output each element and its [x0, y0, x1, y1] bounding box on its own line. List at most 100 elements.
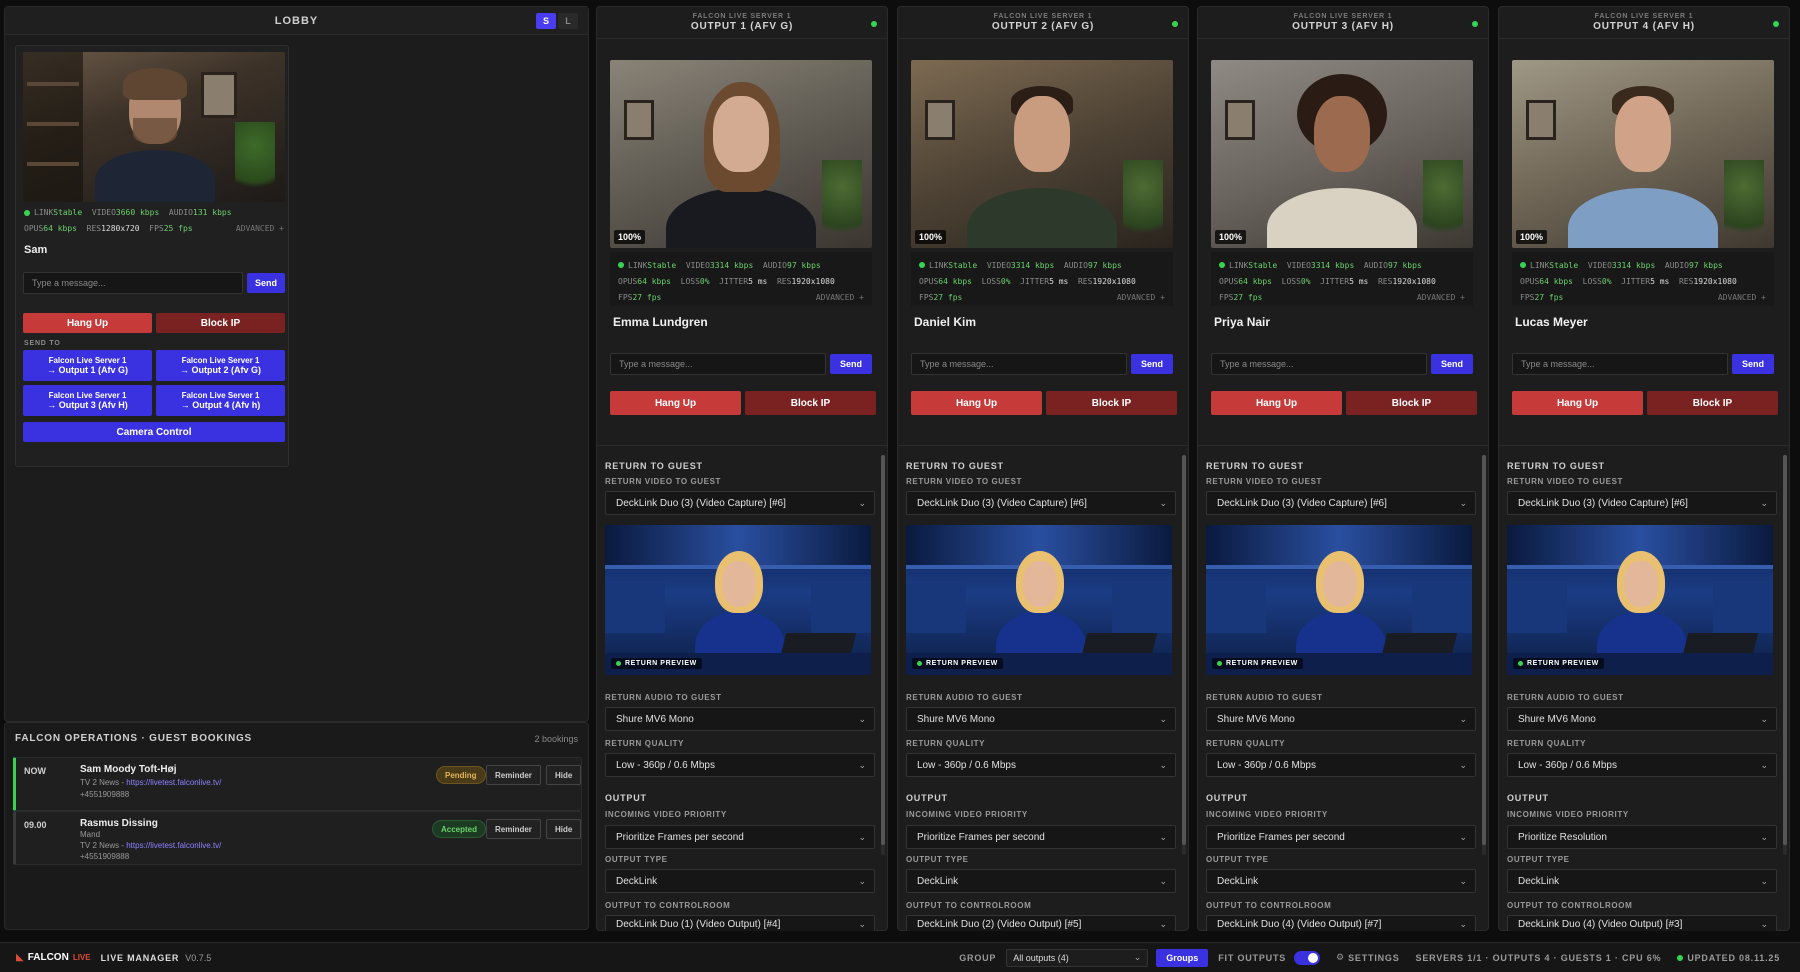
lobby-hang-up-button[interactable]: Hang Up	[23, 313, 152, 333]
booking-link[interactable]: https://livetest.falconlive.tv/	[126, 778, 221, 787]
size-small-button[interactable]: S	[536, 13, 556, 29]
block-ip-button[interactable]: Block IP	[745, 391, 876, 415]
controlroom-select[interactable]: DeckLink Duo (4) (Video Output) [#3] ⌄	[1507, 915, 1777, 931]
send-button[interactable]: Send	[1431, 354, 1473, 374]
send-button[interactable]: Send	[1131, 354, 1173, 374]
booking-org: TV 2 News - https://livetest.falconlive.…	[80, 841, 222, 850]
lobby-guest-video[interactable]	[23, 52, 285, 202]
video-priority-label: INCOMING VIDEO PRIORITY	[605, 810, 727, 819]
return-video-select[interactable]: DeckLink Duo (3) (Video Capture) [#6] ⌄	[1206, 491, 1476, 515]
lobby-advanced-toggle[interactable]: ADVANCED +	[236, 224, 284, 233]
return-video-label: RETURN VIDEO TO GUEST	[605, 477, 722, 486]
lobby-message-input[interactable]: Type a message...	[23, 272, 243, 294]
send-to-output-1-button[interactable]: Falcon Live Server 1 → Output 1 (Afv G)	[23, 350, 152, 381]
hang-up-button[interactable]: Hang Up	[610, 391, 741, 415]
return-audio-select[interactable]: Shure MV6 Mono ⌄	[1507, 707, 1777, 731]
controlroom-select[interactable]: DeckLink Duo (1) (Video Output) [#4] ⌄	[605, 915, 875, 931]
message-row: Type a message... Send	[1211, 353, 1473, 375]
scrollbar-thumb[interactable]	[881, 455, 885, 845]
lobby-send-button[interactable]: Send	[247, 273, 285, 293]
scrollbar-thumb[interactable]	[1482, 455, 1486, 845]
message-input[interactable]: Type a message...	[911, 353, 1127, 375]
return-audio-select[interactable]: Shure MV6 Mono ⌄	[605, 707, 875, 731]
return-quality-select[interactable]: Low - 360p / 0.6 Mbps ⌄	[1206, 753, 1476, 777]
app-version: V0.7.5	[185, 952, 212, 963]
guest-video[interactable]: 100%	[610, 60, 872, 248]
return-video-select[interactable]: DeckLink Duo (3) (Video Capture) [#6] ⌄	[1507, 491, 1777, 515]
guest-video[interactable]: 100%	[1211, 60, 1473, 248]
settings-button[interactable]: SETTINGS	[1348, 953, 1399, 963]
controlroom-select[interactable]: DeckLink Duo (4) (Video Output) [#7] ⌄	[1206, 915, 1476, 931]
message-input[interactable]: Type a message...	[610, 353, 826, 375]
send-button[interactable]: Send	[830, 354, 872, 374]
send-to-output-4-button[interactable]: Falcon Live Server 1 → Output 4 (Afv h)	[156, 385, 285, 416]
output-name: OUTPUT 3 (AFV H)	[1292, 21, 1394, 32]
scrollbar-thumb[interactable]	[1182, 455, 1186, 845]
advanced-toggle[interactable]: ADVANCED +	[1718, 293, 1766, 302]
video-priority-select[interactable]: Prioritize Frames per second ⌄	[605, 825, 875, 849]
return-quality-select[interactable]: Low - 360p / 0.6 Mbps ⌄	[906, 753, 1176, 777]
chevron-down-icon: ⌄	[858, 875, 866, 886]
chevron-down-icon: ⌄	[858, 497, 866, 508]
gear-icon[interactable]: ⚙	[1336, 952, 1344, 963]
booking-link[interactable]: https://livetest.falconlive.tv/	[126, 841, 221, 850]
return-audio-select[interactable]: Shure MV6 Mono ⌄	[906, 707, 1176, 731]
output-type-select[interactable]: DeckLink ⌄	[906, 869, 1176, 893]
camera-control-button[interactable]: Camera Control	[23, 422, 285, 442]
guest-video[interactable]: 100%	[1512, 60, 1774, 248]
guest-video[interactable]: 100%	[911, 60, 1173, 248]
video-priority-select[interactable]: Prioritize Frames per second ⌄	[906, 825, 1176, 849]
booking-row[interactable]: NOW Sam Moody Toft-Høj TV 2 News - https…	[13, 757, 582, 811]
send-button[interactable]: Send	[1732, 354, 1774, 374]
fit-outputs-toggle[interactable]	[1294, 950, 1321, 965]
scrollbar[interactable]	[1182, 455, 1186, 855]
booking-role: Mand	[80, 830, 101, 839]
block-ip-button[interactable]: Block IP	[1346, 391, 1477, 415]
scrollbar[interactable]	[881, 455, 885, 855]
system-summary: SERVERS 1/1 · OUTPUTS 4 · GUESTS 1 · CPU…	[1415, 952, 1662, 963]
hang-up-button[interactable]: Hang Up	[1211, 391, 1342, 415]
groups-button[interactable]: Groups	[1156, 948, 1209, 967]
reminder-button[interactable]: Reminder	[486, 765, 541, 785]
return-quality-select[interactable]: Low - 360p / 0.6 Mbps ⌄	[605, 753, 875, 777]
lobby-block-ip-button[interactable]: Block IP	[156, 313, 285, 333]
hide-button[interactable]: Hide	[546, 819, 582, 839]
scrollbar-thumb[interactable]	[1783, 455, 1787, 845]
chevron-down-icon: ⌄	[1760, 831, 1768, 842]
reminder-button[interactable]: Reminder	[486, 819, 541, 839]
booking-name: Rasmus Dissing	[80, 818, 158, 829]
group-select[interactable]: All outputs (4) ⌄	[1006, 948, 1149, 967]
hide-button[interactable]: Hide	[546, 765, 582, 785]
block-ip-button[interactable]: Block IP	[1046, 391, 1177, 415]
scrollbar[interactable]	[1783, 455, 1787, 855]
return-quality-select[interactable]: Low - 360p / 0.6 Mbps ⌄	[1507, 753, 1777, 777]
link-status-icon	[1520, 262, 1526, 268]
output-type-select[interactable]: DeckLink ⌄	[1507, 869, 1777, 893]
output-type-select[interactable]: DeckLink ⌄	[605, 869, 875, 893]
video-priority-label: INCOMING VIDEO PRIORITY	[1206, 810, 1328, 819]
scrollbar[interactable]	[1482, 455, 1486, 855]
video-priority-select[interactable]: Prioritize Frames per second ⌄	[1206, 825, 1476, 849]
booking-row[interactable]: 09.00 Rasmus Dissing Mand TV 2 News - ht…	[13, 811, 582, 865]
video-priority-select[interactable]: Prioritize Resolution ⌄	[1507, 825, 1777, 849]
output-type-select[interactable]: DeckLink ⌄	[1206, 869, 1476, 893]
output-header: FALCON LIVE SERVER 1 OUTPUT 2 (AFV G)	[898, 7, 1188, 39]
return-video-select[interactable]: DeckLink Duo (3) (Video Capture) [#6] ⌄	[605, 491, 875, 515]
send-to-output-2-button[interactable]: Falcon Live Server 1 → Output 2 (Afv G)	[156, 350, 285, 381]
size-large-button[interactable]: L	[558, 13, 578, 29]
block-ip-button[interactable]: Block IP	[1647, 391, 1778, 415]
controlroom-select[interactable]: DeckLink Duo (2) (Video Output) [#5] ⌄	[906, 915, 1176, 931]
message-input[interactable]: Type a message...	[1512, 353, 1728, 375]
hang-up-button[interactable]: Hang Up	[1512, 391, 1643, 415]
brand-logo: ◣ FALCON LIVE	[16, 952, 91, 963]
return-video-select[interactable]: DeckLink Duo (3) (Video Capture) [#6] ⌄	[906, 491, 1176, 515]
advanced-toggle[interactable]: ADVANCED +	[1117, 293, 1165, 302]
advanced-toggle[interactable]: ADVANCED +	[816, 293, 864, 302]
send-to-output-3-button[interactable]: Falcon Live Server 1 → Output 3 (Afv H)	[23, 385, 152, 416]
return-audio-select[interactable]: Shure MV6 Mono ⌄	[1206, 707, 1476, 731]
live-dot-icon	[917, 660, 922, 666]
hang-up-button[interactable]: Hang Up	[911, 391, 1042, 415]
message-input[interactable]: Type a message...	[1211, 353, 1427, 375]
video-level-badge: 100%	[915, 230, 947, 244]
advanced-toggle[interactable]: ADVANCED +	[1417, 293, 1465, 302]
